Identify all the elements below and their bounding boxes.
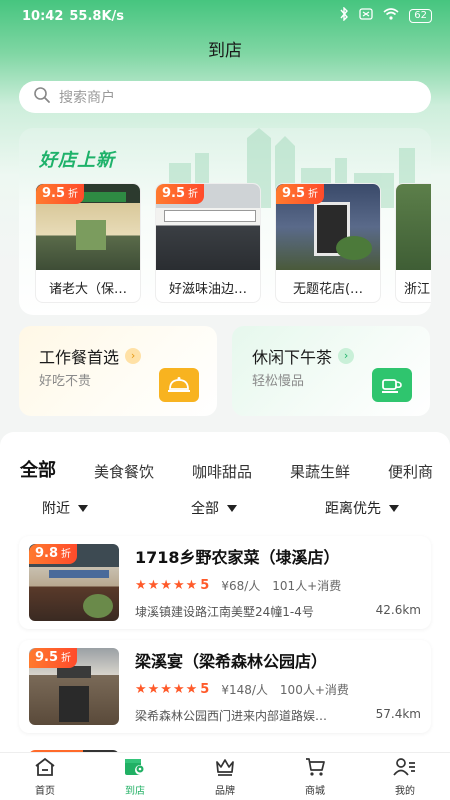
shop-address: 梁希森林公园西门进来内部道路娱… bbox=[135, 709, 328, 723]
category-tabs: 全部 美食餐饮 咖啡甜品 果蔬生鲜 便利商 bbox=[0, 452, 450, 482]
home-icon bbox=[34, 757, 56, 780]
store-location-icon bbox=[123, 757, 147, 780]
coffee-cup-icon bbox=[372, 368, 412, 402]
cart-icon bbox=[304, 757, 326, 780]
rating-stars: ★★★★★ bbox=[135, 578, 199, 593]
food-cloche-icon bbox=[159, 368, 199, 402]
status-bar: 10:42 55.8K/s 62 bbox=[0, 0, 450, 32]
status-time: 10:42 bbox=[22, 8, 64, 24]
shop-name: 1718乡野农家菜（埭溪店） bbox=[135, 548, 340, 567]
tab-convenience[interactable]: 便利商 bbox=[388, 461, 433, 482]
category-card-lunch[interactable]: 工作餐首选 › 好吃不贵 bbox=[19, 326, 217, 416]
avg-price: ¥68/人 bbox=[221, 579, 261, 593]
category-card-afternoon-tea[interactable]: 休闲下午茶 › 轻松慢品 bbox=[232, 326, 430, 416]
filter-bar: 附近 全部 距离优先 bbox=[0, 498, 450, 522]
page-title: 到店 bbox=[208, 41, 242, 61]
discount-badge: 9.8 折 bbox=[29, 544, 78, 564]
store-photo bbox=[396, 184, 431, 270]
category-subtitle: 轻松慢品 bbox=[252, 374, 305, 389]
nav-brand[interactable]: 品牌 bbox=[180, 753, 270, 800]
new-store-card[interactable]: 9.5 折 诸老大（保… bbox=[35, 183, 141, 303]
store-name: 诸老大（保… bbox=[48, 282, 127, 297]
avg-price: ¥148/人 bbox=[221, 683, 268, 697]
sim-icon bbox=[359, 8, 373, 24]
new-store-card[interactable]: 9.5 折 好滋味油边… bbox=[155, 183, 261, 303]
shop-list-item[interactable]: 9.5 折 梁溪宴（梁希森林公园店） ★★★★★ 5 ¥148/人 100人+消费… bbox=[19, 640, 431, 733]
nav-home[interactable]: 首页 bbox=[0, 753, 90, 800]
store-name: 无题花店(… bbox=[292, 282, 364, 297]
consumer-count: 100人+消费 bbox=[279, 683, 349, 697]
category-title: 工作餐首选 bbox=[39, 348, 120, 367]
discount-badge: 9.5 折 bbox=[156, 184, 205, 204]
tab-coffee-dessert[interactable]: 咖啡甜品 bbox=[192, 461, 252, 482]
tab-fresh-produce[interactable]: 果蔬生鲜 bbox=[290, 461, 350, 482]
shop-list-item[interactable]: 9.8 折 1718乡野农家菜（埭溪店） ★★★★★ 5 ¥68/人 101人+消… bbox=[19, 536, 431, 629]
new-store-card[interactable]: 浙江 bbox=[395, 183, 431, 303]
consumer-count: 101人+消费 bbox=[272, 579, 342, 593]
store-name: 好滋味油边… bbox=[168, 282, 247, 297]
nav-mall[interactable]: 商城 bbox=[270, 753, 360, 800]
search-icon bbox=[33, 86, 59, 108]
rating-score: 5 bbox=[200, 682, 210, 697]
caret-down-icon bbox=[227, 504, 237, 512]
filter-category-dropdown[interactable]: 全部 bbox=[191, 498, 237, 518]
chevron-right-icon: › bbox=[125, 348, 142, 364]
tab-all[interactable]: 全部 bbox=[20, 456, 56, 482]
profile-icon bbox=[393, 757, 417, 780]
caret-down-icon bbox=[78, 504, 88, 512]
rating-score: 5 bbox=[200, 578, 210, 593]
shop-address: 埭溪镇建设路江南美墅24幢1-4号 bbox=[135, 605, 314, 619]
wifi-icon bbox=[383, 8, 399, 24]
filter-nearby-dropdown[interactable]: 附近 bbox=[42, 498, 88, 518]
shop-distance: 57.4km bbox=[375, 707, 421, 721]
search-placeholder: 搜索商户 bbox=[59, 90, 115, 106]
category-title: 休闲下午茶 bbox=[252, 348, 333, 367]
store-name: 浙江 bbox=[404, 282, 431, 297]
banner-title: 好店上新 bbox=[39, 150, 115, 171]
nav-store[interactable]: 到店 bbox=[90, 753, 180, 800]
caret-down-icon bbox=[389, 504, 399, 512]
bluetooth-icon bbox=[339, 6, 349, 25]
search-input[interactable]: 搜索商户 bbox=[19, 81, 431, 113]
chevron-right-icon: › bbox=[338, 348, 355, 364]
crown-icon bbox=[214, 757, 236, 780]
tab-food[interactable]: 美食餐饮 bbox=[94, 461, 154, 482]
new-store-card[interactable]: 9.5 折 无题花店(… bbox=[275, 183, 381, 303]
nav-profile[interactable]: 我的 bbox=[360, 753, 450, 800]
status-network-speed: 55.8K/s bbox=[69, 8, 125, 24]
category-subtitle: 好吃不贵 bbox=[39, 374, 92, 389]
new-stores-banner: 好店上新 9.5 折 诸老大（保… 9.5 折 好滋味油边… 9.5 折 无题花店(… bbox=[19, 128, 431, 315]
bottom-navigation: 首页 到店 品牌 商城 我的 bbox=[0, 752, 450, 800]
discount-badge: 9.5 折 bbox=[29, 648, 78, 668]
filter-sort-dropdown[interactable]: 距离优先 bbox=[325, 498, 399, 518]
discount-badge: 9.5 折 bbox=[36, 184, 85, 204]
rating-stars: ★★★★★ bbox=[135, 682, 199, 697]
shop-distance: 42.6km bbox=[375, 603, 421, 617]
battery-indicator: 62 bbox=[409, 9, 432, 23]
shop-name: 梁溪宴（梁希森林公园店） bbox=[135, 652, 328, 671]
discount-badge: 9.5 折 bbox=[276, 184, 325, 204]
